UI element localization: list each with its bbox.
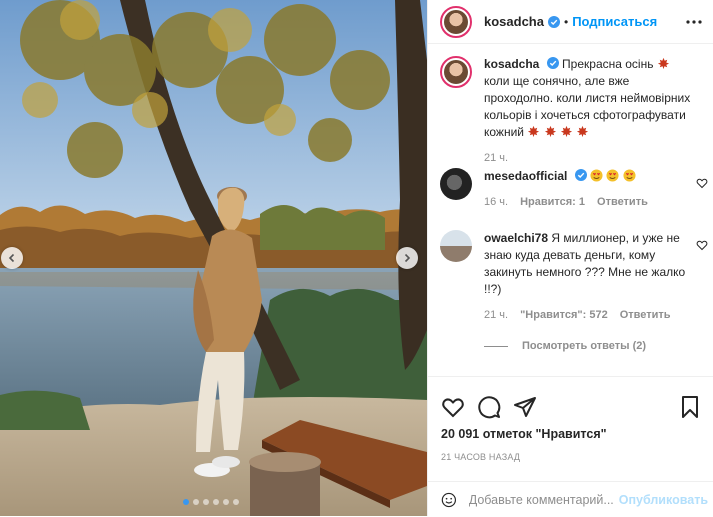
carousel-dot — [233, 499, 239, 505]
replies-divider — [484, 345, 508, 347]
comment-likes[interactable]: Нравится: 1 — [520, 194, 585, 211]
maple-leaf-icon — [560, 125, 573, 138]
action-icons — [428, 377, 713, 425]
likes-count[interactable]: 20 091 отметок "Нравится" — [428, 427, 713, 441]
comments-list: kosadcha Прекрасна осінь коли ще сонячно… — [428, 56, 713, 352]
comment-icon[interactable] — [477, 395, 501, 419]
verified-badge-icon — [546, 57, 559, 69]
carousel-dot — [223, 499, 229, 505]
bookmark-icon[interactable] — [678, 395, 702, 419]
heart-eyes-emoji-icon — [606, 169, 619, 182]
post-photo[interactable] — [0, 0, 427, 516]
comment-username[interactable]: owaelchi78 — [484, 231, 548, 245]
carousel-prev-button[interactable] — [1, 247, 23, 269]
author-username[interactable]: kosadcha — [484, 14, 544, 29]
autumn-lake-photo — [0, 0, 427, 516]
carousel-indicators — [183, 499, 239, 505]
post-timestamp[interactable]: 21 ЧАСОВ НАЗАД — [428, 452, 713, 462]
publish-button[interactable]: Опубликовать — [619, 493, 708, 507]
comment-username[interactable]: mesedaofficial — [484, 169, 567, 183]
heart-eyes-emoji-icon — [590, 169, 603, 182]
add-comment-bar: Опубликовать — [428, 481, 713, 517]
caption-text-1: Прекрасна осінь — [562, 57, 654, 71]
share-icon[interactable] — [513, 395, 537, 419]
instagram-post: kosadcha • Подписаться kosadcha Прекрасн… — [0, 0, 713, 516]
post-header: kosadcha • Подписаться — [428, 0, 713, 44]
header-separator: • — [563, 14, 569, 29]
heart-icon[interactable] — [441, 395, 465, 419]
caption-time[interactable]: 21 ч. — [484, 150, 508, 167]
carousel-dot — [203, 499, 209, 505]
chevron-right-icon — [404, 253, 411, 263]
smiley-icon[interactable] — [441, 489, 457, 511]
author-avatar[interactable] — [440, 5, 472, 38]
heart-eyes-emoji-icon — [623, 169, 636, 182]
post-sidebar: kosadcha • Подписаться kosadcha Прекрасн… — [427, 0, 713, 516]
reply-button[interactable]: Ответить — [620, 307, 671, 324]
post-actions: 20 091 отметок "Нравится" 21 ЧАСОВ НАЗАД… — [428, 376, 713, 516]
maple-leaf-icon — [528, 125, 540, 138]
comment-like-heart-icon[interactable] — [696, 177, 708, 189]
more-horizontal-icon[interactable] — [685, 13, 703, 31]
carousel-next-button[interactable] — [396, 247, 418, 269]
carousel-dot — [213, 499, 219, 505]
reply-button[interactable]: Ответить — [597, 194, 648, 211]
caption-avatar[interactable] — [440, 56, 472, 88]
comment-input[interactable] — [468, 492, 619, 507]
view-replies-label: Посмотреть ответы (2) — [522, 340, 647, 352]
comment-like-heart-icon[interactable] — [696, 239, 708, 251]
follow-button[interactable]: Подписаться — [572, 14, 657, 29]
caption: kosadcha Прекрасна осінь коли ще сонячно… — [428, 56, 713, 168]
maple-leaf-icon — [577, 125, 589, 138]
comment-avatar[interactable] — [440, 168, 472, 200]
comment-time[interactable]: 16 ч. — [484, 194, 508, 211]
comment-item: mesedaofficial 16 ч. Нравится: 1 Ответит… — [428, 168, 713, 230]
carousel-dot — [183, 499, 189, 505]
comment-item: owaelchi78 Я миллионер, и уже не знаю ку… — [428, 230, 713, 324]
verified-badge-icon — [574, 169, 587, 181]
comment-time[interactable]: 21 ч. — [484, 307, 508, 324]
carousel-dot — [193, 499, 199, 505]
caption-username[interactable]: kosadcha — [484, 57, 539, 71]
verified-badge-icon — [547, 15, 560, 28]
comment-likes[interactable]: "Нравится": 572 — [520, 307, 608, 324]
chevron-left-icon — [8, 253, 15, 263]
maple-leaf-icon — [657, 57, 669, 70]
view-replies-button[interactable]: Посмотреть ответы (2) — [484, 340, 713, 352]
maple-leaf-icon — [544, 125, 556, 138]
comment-avatar[interactable] — [440, 230, 472, 262]
